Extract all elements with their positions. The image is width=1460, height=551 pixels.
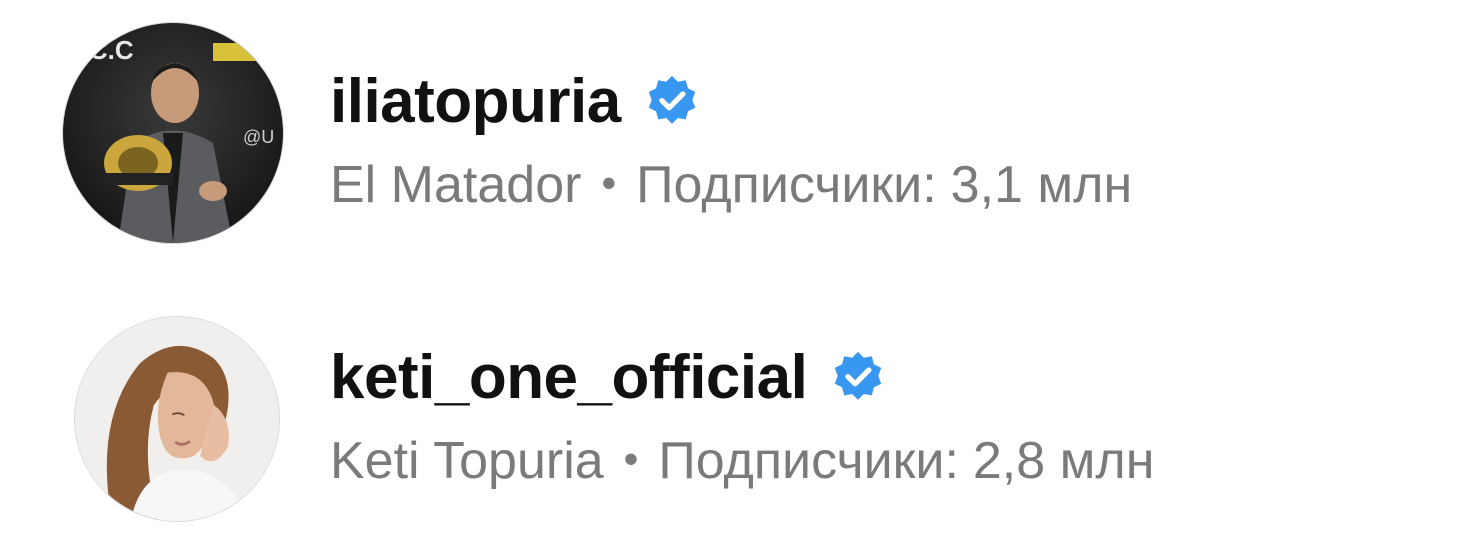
account-meta: El Matador • Подписчики: 3,1 млн: [330, 150, 1132, 220]
followers-label: Подписчики:: [658, 432, 959, 490]
verified-badge-icon: [643, 73, 701, 131]
followers-count: 3,1 млн: [950, 156, 1133, 214]
separator-dot: •: [623, 435, 639, 482]
followers-label: Подписчики:: [636, 156, 937, 214]
svg-text:FC.C: FC.C: [73, 35, 134, 65]
followers-count: 2,8 млн: [972, 432, 1155, 490]
profile-photo-icon: FC.C @U: [63, 23, 283, 243]
username-line: iliatopuria: [330, 62, 701, 142]
verified-badge-icon: [829, 349, 887, 407]
username[interactable]: keti_one_official: [330, 347, 808, 409]
username-line: keti_one_official: [330, 338, 887, 418]
separator-dot: •: [601, 159, 617, 206]
avatar[interactable]: [74, 316, 280, 522]
svg-text:@U: @U: [243, 127, 274, 147]
profile-photo-icon: [75, 317, 279, 521]
username[interactable]: iliatopuria: [330, 71, 621, 133]
account-result-iliatopuria[interactable]: FC.C @U iliatopuria El Matador • Подписч…: [0, 18, 1460, 258]
account-result-keti-one-official[interactable]: keti_one_official Keti Topuria • Подписч…: [0, 308, 1460, 548]
display-name: El Matador: [330, 156, 582, 214]
account-meta: Keti Topuria • Подписчики: 2,8 млн: [330, 426, 1154, 496]
display-name: Keti Topuria: [330, 432, 604, 490]
avatar[interactable]: FC.C @U: [62, 22, 284, 244]
